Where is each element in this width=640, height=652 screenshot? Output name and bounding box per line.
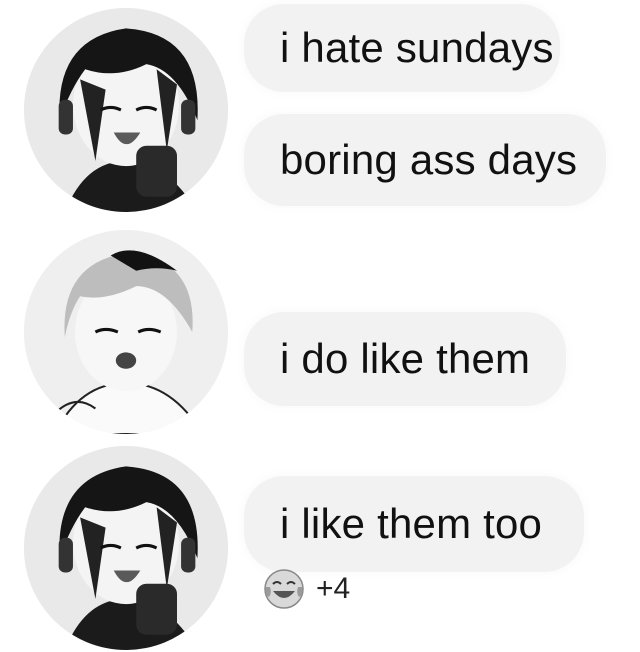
message-text: i like them too [280,500,543,547]
message-bubble[interactable]: i hate sundays [244,4,560,92]
message-text: i hate sundays [280,24,554,71]
message-bubble[interactable]: boring ass days [244,114,606,206]
avatar-user-a[interactable] [24,8,228,212]
reaction-count: +4 [316,572,351,605]
message-text: i do like them [280,335,531,382]
avatar-user-a[interactable] [24,446,228,650]
message-text: boring ass days [280,136,578,183]
avatar-dark-hair-headphones-image [24,446,228,650]
avatar-user-b[interactable] [24,230,228,434]
avatar-light-hair-image [24,230,228,434]
message-bubble[interactable]: i do like them [244,312,566,406]
avatar-dark-hair-headphones-image [24,8,228,212]
message-bubble[interactable]: i like them too [244,476,584,572]
reaction-badge[interactable]: +4 [262,564,350,614]
face-with-tears-of-joy-icon [262,567,306,611]
